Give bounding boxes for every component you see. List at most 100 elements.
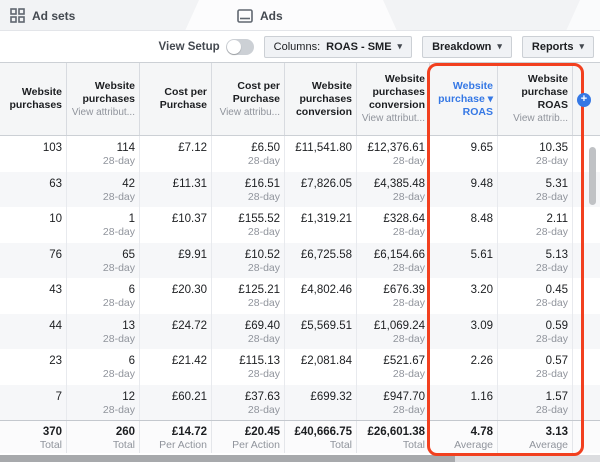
cell-attribution-window: 28-day	[392, 226, 425, 238]
column-header-title: Website purchase ▾ ROAS	[438, 79, 493, 118]
add-column-button[interactable]: +	[577, 93, 591, 107]
cell-value: 0.45	[545, 284, 568, 296]
columns-dropdown[interactable]: Columns: ROAS - SME ▾	[263, 35, 413, 58]
column-header[interactable]: Website purchases conversion	[285, 63, 357, 135]
column-header[interactable]: Website purchases conversion View attribu…	[357, 63, 430, 135]
cell-value: 114	[116, 142, 135, 154]
column-header[interactable]: Cost per Purchase	[140, 63, 212, 135]
table-row[interactable]: 43 6 28-day £20.30 £125.21 28-day £4,802.46 £67…	[0, 278, 600, 314]
cell-value: 76	[49, 248, 62, 261]
cell-value: 10.35	[539, 142, 568, 154]
table-cell: 13 28-day	[67, 313, 140, 349]
view-setup-toggle[interactable]	[225, 38, 254, 55]
cell-attribution-window: 28-day	[392, 190, 425, 203]
table-cell: £6,725.58	[285, 242, 357, 278]
cell-value: 2.26	[470, 355, 493, 367]
cell-attribution-window: 28-day	[102, 368, 135, 380]
cell-value: 0.59	[545, 319, 568, 332]
table-cell: 43	[0, 278, 67, 314]
table-row[interactable]: 7 12 28-day £60.21 £37.63 28-day £699.32 £947.7…	[0, 384, 600, 421]
cell-value: 42	[122, 177, 135, 190]
row-filler-cell	[573, 385, 600, 421]
table-row[interactable]: 103 114 28-day £7.12 £6.50 28-day £11,541.80 £1…	[0, 136, 600, 172]
table-cell: 65 28-day	[67, 242, 140, 278]
cell-value: 65	[122, 248, 135, 261]
table-cell: £521.67 28-day	[357, 349, 430, 385]
table-cell: 2.26	[430, 349, 498, 385]
table-cell: 3.09	[430, 313, 498, 349]
column-header[interactable]: Website purchases	[0, 63, 67, 135]
cell-value: 12	[122, 390, 135, 403]
row-filler-cell	[573, 243, 600, 279]
column-header[interactable]: Cost per Purchase View attribu...	[212, 63, 285, 135]
table-cell: 44	[0, 313, 67, 349]
column-header[interactable]: Website purchases View attribut...	[67, 63, 140, 135]
table-body: 103 114 28-day £7.12 £6.50 28-day £11,541.80 £1…	[0, 136, 600, 420]
cell-attribution-window: 28-day	[535, 190, 568, 203]
reports-dropdown[interactable]: Reports ▾	[521, 35, 594, 58]
column-header-subtitle: View attribu...	[219, 106, 280, 118]
table-cell: £69.40 28-day	[212, 313, 285, 349]
table-cell: 2.11 28-day	[498, 207, 573, 243]
chevron-down-icon: ▾	[397, 41, 403, 51]
horizontal-scrollbar[interactable]	[0, 455, 600, 462]
table-row[interactable]: 76 65 28-day £9.91 £10.52 28-day £6,725.58 £6,1…	[0, 242, 600, 279]
table-cell: £11,541.80	[285, 136, 357, 172]
tab-ad-sets[interactable]: Ad sets	[10, 0, 75, 30]
totals-value: £40,666.75	[294, 426, 352, 438]
cell-value: 3.09	[470, 319, 493, 332]
cell-value: £21.42	[171, 355, 207, 367]
table-cell: 9.48	[430, 171, 498, 207]
totals-value: £26,601.38	[367, 426, 425, 438]
cell-value: £699.32	[310, 390, 352, 403]
totals-value: 370	[42, 426, 62, 438]
cell-value: £4,802.46	[300, 284, 352, 296]
vertical-scrollbar-thumb[interactable]	[589, 147, 596, 205]
totals-label: Per Action	[159, 439, 207, 451]
row-filler-cell	[573, 278, 600, 314]
cell-attribution-window: 28-day	[535, 297, 568, 309]
table-cell: 7	[0, 384, 67, 420]
table-cell: £10.37	[140, 207, 212, 243]
totals-value: 260	[115, 426, 135, 438]
cell-value: 103	[42, 142, 62, 154]
cell-value: 9.65	[470, 142, 493, 154]
totals-cell: 4.78 Average	[430, 421, 498, 453]
table-cell: 5.31 28-day	[498, 171, 573, 207]
cell-value: £6.50	[251, 142, 280, 154]
table-cell: £328.64 28-day	[357, 207, 430, 243]
column-header[interactable]: Website purchase ▾ ROAS	[430, 63, 498, 135]
cell-attribution-window: 28-day	[247, 261, 280, 274]
table-cell: 5.61	[430, 242, 498, 278]
totals-cell: £26,601.38 Total	[357, 421, 430, 453]
tab-ads[interactable]: Ads	[237, 0, 283, 30]
cell-value: £115.13	[239, 355, 280, 367]
cell-value: 13	[122, 319, 135, 332]
column-header[interactable]: Website purchase ROAS View attrib...	[498, 63, 573, 135]
cell-value: £10.52	[244, 248, 280, 261]
table-cell: 1.57 28-day	[498, 384, 573, 420]
cell-attribution-window: 28-day	[535, 226, 568, 238]
cell-attribution-window: 28-day	[247, 332, 280, 345]
table-row[interactable]: 44 13 28-day £24.72 £69.40 28-day £5,569.51 £1,…	[0, 313, 600, 350]
table-row[interactable]: 23 6 28-day £21.42 £115.13 28-day £2,081.84 £52…	[0, 349, 600, 385]
table-cell: £4,802.46	[285, 278, 357, 314]
cell-value: £20.30	[171, 284, 207, 296]
view-setup-control: View Setup	[159, 38, 254, 55]
cell-value: 3.20	[470, 284, 493, 296]
totals-label: Average	[454, 439, 493, 451]
table-cell: 0.45 28-day	[498, 278, 573, 314]
columns-prefix: Columns:	[273, 40, 321, 53]
table-cell: £5,569.51	[285, 313, 357, 349]
row-filler-cell	[573, 314, 600, 350]
horizontal-scrollbar-thumb[interactable]	[0, 455, 455, 462]
table-cell: £10.52 28-day	[212, 242, 285, 278]
table-row[interactable]: 63 42 28-day £11.31 £16.51 28-day £7,826.05 £4,…	[0, 171, 600, 207]
totals-value: 3.13	[545, 426, 568, 438]
cell-value: 63	[49, 177, 62, 190]
table-row[interactable]: 10 1 28-day £10.37 £155.52 28-day £1,319.21 £32…	[0, 207, 600, 243]
cell-attribution-window: 28-day	[535, 155, 568, 167]
toolbar: View Setup Columns: ROAS - SME ▾ Breakdo…	[0, 31, 600, 62]
breakdown-dropdown[interactable]: Breakdown ▾	[422, 35, 512, 58]
table-header-row: Website purchases Website purchases View a…	[0, 62, 600, 136]
